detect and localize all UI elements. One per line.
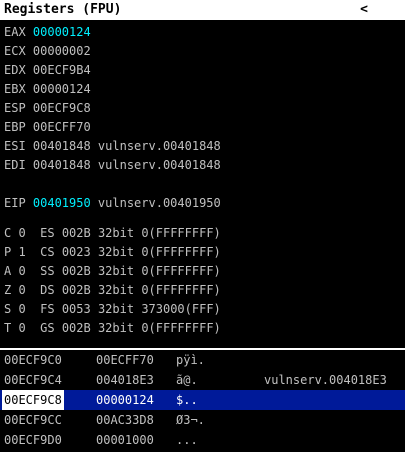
segment-selector[interactable]: 002B <box>62 283 98 297</box>
flag-segment-row[interactable]: T 0 GS 002B 32bit 0(FFFFFFFF) <box>4 319 221 337</box>
stack-address[interactable]: 00ECF9C8 <box>2 390 64 410</box>
register-value[interactable]: 00401848 <box>33 139 91 153</box>
flag-segment-row[interactable]: C 0 ES 002B 32bit 0(FFFFFFFF) <box>4 224 221 242</box>
segment-bits: 32bit <box>98 226 141 240</box>
stack-row[interactable]: 00ECF9CC 00AC33D8 Ø3¬. <box>0 410 405 430</box>
register-name: ECX <box>4 44 33 58</box>
flag-segment-row[interactable]: A 0 SS 002B 32bit 0(FFFFFFFF) <box>4 262 221 280</box>
flag-name: C <box>4 226 18 240</box>
stack-address[interactable]: 00ECF9C0 <box>4 350 62 370</box>
register-row-eax[interactable]: EAX 00000124 <box>4 23 91 41</box>
register-name: EBX <box>4 82 33 96</box>
register-row-ebx[interactable]: EBX 00000124 <box>4 80 91 98</box>
segment-name: DS <box>40 283 62 297</box>
register-value[interactable]: 00000002 <box>33 44 91 58</box>
flag-value[interactable]: 0 <box>18 302 40 316</box>
stack-row[interactable]: 00ECF9D0 00001000 ... <box>0 430 405 450</box>
register-value[interactable]: 00401950 <box>33 196 91 210</box>
stack-address[interactable]: 00ECF9C4 <box>4 370 62 390</box>
debugger-window: Registers (FPU) < EAX 00000124 ECX 000000… <box>0 0 405 452</box>
registers-pane-title: Registers (FPU) < <box>0 0 405 20</box>
flag-name: Z <box>4 283 18 297</box>
register-value[interactable]: 00000124 <box>33 82 91 96</box>
segment-bits: 32bit <box>98 283 141 297</box>
flag-segment-row[interactable]: P 1 CS 0023 32bit 0(FFFFFFFF) <box>4 243 221 261</box>
stack-address[interactable]: 00ECF9CC <box>4 410 62 430</box>
stack-ascii: ... <box>176 430 198 450</box>
register-name: EDX <box>4 63 33 77</box>
flag-value[interactable]: 0 <box>18 321 40 335</box>
register-value[interactable]: 00000124 <box>33 25 91 39</box>
register-row-esp[interactable]: ESP 00ECF9C8 <box>4 99 91 117</box>
segment-base-limit: 0(FFFFFFFF) <box>141 245 220 259</box>
flag-value[interactable]: 0 <box>18 226 40 240</box>
flag-segment-row[interactable]: S 0 FS 0053 32bit 373000(FFF) <box>4 300 221 318</box>
flag-value[interactable]: 1 <box>18 245 40 259</box>
register-name: ESI <box>4 139 33 153</box>
register-row-esi[interactable]: ESI 00401848 vulnserv.00401848 <box>4 137 221 155</box>
segment-name: ES <box>40 226 62 240</box>
stack-value[interactable]: 00AC33D8 <box>96 410 154 430</box>
segment-selector[interactable]: 002B <box>62 264 98 278</box>
segment-name: SS <box>40 264 62 278</box>
flag-name: T <box>4 321 18 335</box>
flag-segment-row[interactable]: Z 0 DS 002B 32bit 0(FFFFFFFF) <box>4 281 221 299</box>
register-value[interactable]: 00ECF9B4 <box>33 63 91 77</box>
stack-comment: vulnserv.004018E3 <box>264 370 387 390</box>
stack-row[interactable]: 00ECF9C8 00000124 $.. <box>0 390 405 410</box>
segment-selector[interactable]: 0053 <box>62 302 98 316</box>
register-row-ebp[interactable]: EBP 00ECFF70 <box>4 118 91 136</box>
stack-value[interactable]: 00000124 <box>96 390 154 410</box>
pane-title-text: Registers (FPU) <box>4 2 121 17</box>
flag-name: P <box>4 245 18 259</box>
register-row-edx[interactable]: EDX 00ECF9B4 <box>4 61 91 79</box>
stack-ascii: ã@. <box>176 370 198 390</box>
registers-pane: EAX 00000124 ECX 00000002 EDX 00ECF9B4 EBX … <box>0 20 405 350</box>
stack-ascii: Ø3¬. <box>176 410 205 430</box>
flag-value[interactable]: 0 <box>18 283 40 297</box>
segment-name: CS <box>40 245 62 259</box>
segment-base-limit: 373000(FFF) <box>141 302 220 316</box>
stack-value[interactable]: 00001000 <box>96 430 154 450</box>
collapse-arrow-icon[interactable]: < <box>357 0 371 20</box>
segment-selector[interactable]: 002B <box>62 226 98 240</box>
segment-bits: 32bit <box>98 321 141 335</box>
segment-bits: 32bit <box>98 245 141 259</box>
segment-selector[interactable]: 0023 <box>62 245 98 259</box>
register-value[interactable]: 00ECFF70 <box>33 120 91 134</box>
segment-bits: 32bit <box>98 302 141 316</box>
segment-bits: 32bit <box>98 264 141 278</box>
segment-selector[interactable]: 002B <box>62 321 98 335</box>
register-row-edi[interactable]: EDI 00401848 vulnserv.00401848 <box>4 156 221 174</box>
register-name: EBP <box>4 120 33 134</box>
register-row-eip[interactable]: EIP 00401950 vulnserv.00401950 <box>4 194 221 212</box>
segment-base-limit: 0(FFFFFFFF) <box>141 226 220 240</box>
segment-base-limit: 0(FFFFFFFF) <box>141 283 220 297</box>
flag-name: A <box>4 264 18 278</box>
segment-name: FS <box>40 302 62 316</box>
stack-row[interactable]: 00ECF9C4 004018E3 ã@. vulnserv.004018E3 <box>0 370 405 390</box>
register-row-ecx[interactable]: ECX 00000002 <box>4 42 91 60</box>
stack-ascii: $.. <box>176 390 198 410</box>
segment-base-limit: 0(FFFFFFFF) <box>141 321 220 335</box>
segment-base-limit: 0(FFFFFFFF) <box>141 264 220 278</box>
flag-name: S <box>4 302 18 316</box>
register-name: ESP <box>4 101 33 115</box>
register-name: EDI <box>4 158 33 172</box>
register-comment: vulnserv.00401950 <box>91 196 221 210</box>
register-name: EIP <box>4 196 33 210</box>
register-value[interactable]: 00401848 <box>33 158 91 172</box>
stack-pane: 00ECF9C0 00ECFF70 pÿì. 00ECF9C4 004018E3 ã@.… <box>0 350 405 452</box>
stack-value[interactable]: 004018E3 <box>96 370 154 390</box>
register-name: EAX <box>4 25 33 39</box>
stack-address[interactable]: 00ECF9D0 <box>4 430 62 450</box>
flag-value[interactable]: 0 <box>18 264 40 278</box>
stack-row[interactable]: 00ECF9C0 00ECFF70 pÿì. <box>0 350 405 370</box>
register-value[interactable]: 00ECF9C8 <box>33 101 91 115</box>
register-comment: vulnserv.00401848 <box>91 158 221 172</box>
stack-value[interactable]: 00ECFF70 <box>96 350 154 370</box>
stack-ascii: pÿì. <box>176 350 205 370</box>
register-comment: vulnserv.00401848 <box>91 139 221 153</box>
segment-name: GS <box>40 321 62 335</box>
